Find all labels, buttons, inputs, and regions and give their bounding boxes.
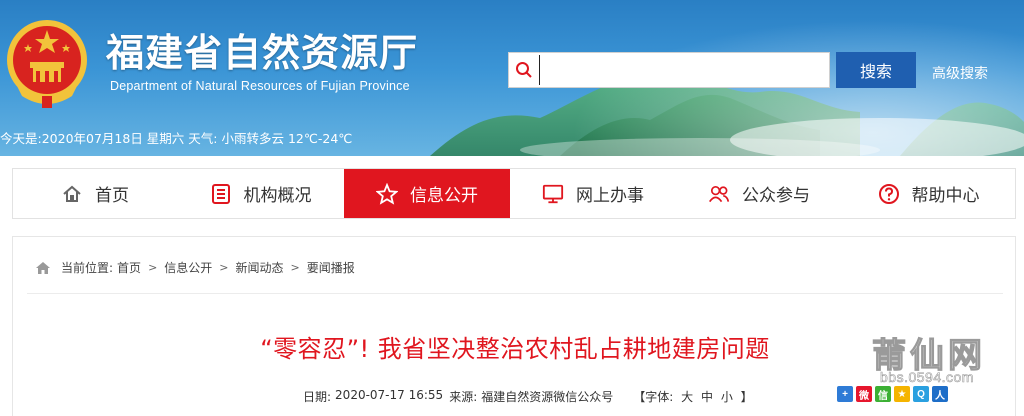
breadcrumb-item[interactable]: 信息公开 bbox=[164, 259, 212, 276]
breadcrumb: 当前位置: 首页 > 信息公开 > 新闻动态 > 要闻播报 bbox=[35, 259, 355, 276]
font-size-small[interactable]: 小 bbox=[721, 390, 733, 404]
share-bar: + 微 信 ★ Q 人 bbox=[837, 386, 948, 402]
home-icon bbox=[61, 183, 83, 205]
monitor-icon bbox=[542, 183, 564, 205]
font-size-close: 】 bbox=[740, 390, 753, 404]
font-size-large[interactable]: 大 bbox=[681, 390, 693, 404]
breadcrumb-prefix: 当前位置: bbox=[61, 261, 114, 275]
help-icon bbox=[878, 183, 900, 205]
font-size-label: 【字体: bbox=[633, 390, 674, 404]
breadcrumb-separator: > bbox=[290, 261, 300, 274]
share-plus-icon[interactable]: + bbox=[837, 386, 853, 402]
qq-icon[interactable]: Q bbox=[913, 386, 929, 402]
users-icon bbox=[708, 183, 730, 205]
breadcrumb-separator: > bbox=[148, 261, 158, 274]
date-label: 日期: bbox=[303, 390, 332, 404]
divider bbox=[27, 293, 1003, 294]
nav-item-info-disclosure[interactable]: 信息公开 bbox=[344, 169, 510, 218]
article-source: 福建自然资源微信公众号 bbox=[481, 390, 614, 404]
nav-item-label: 信息公开 bbox=[410, 186, 478, 206]
breadcrumb-item[interactable]: 新闻动态 bbox=[236, 259, 284, 276]
publish-date: 2020-07-17 16:55 bbox=[335, 388, 444, 402]
search-icon bbox=[509, 52, 539, 88]
renren-icon[interactable]: 人 bbox=[932, 386, 948, 402]
nav-item-label: 机构概况 bbox=[243, 186, 312, 206]
font-size-medium[interactable]: 中 bbox=[701, 390, 713, 404]
nav-item-home[interactable]: 首页 bbox=[13, 169, 177, 218]
nav-item-label: 公众参与 bbox=[742, 186, 810, 206]
nav-item-public-participation[interactable]: 公众参与 bbox=[676, 169, 842, 218]
qzone-icon[interactable]: ★ bbox=[894, 386, 910, 402]
nav-item-label: 帮助中心 bbox=[911, 186, 980, 206]
star-icon bbox=[376, 182, 398, 205]
breadcrumb-home-icon bbox=[36, 261, 50, 274]
nav-item-help-center[interactable]: 帮助中心 bbox=[842, 169, 1015, 218]
search-input[interactable] bbox=[539, 55, 829, 85]
nav-item-label: 首页 bbox=[95, 186, 129, 206]
document-list-icon bbox=[210, 183, 232, 205]
font-size-controls: 【字体: 大 中 小 】 bbox=[631, 388, 754, 405]
site-title: 福建省自然资源厅 bbox=[106, 31, 419, 75]
search-box bbox=[508, 52, 830, 88]
weibo-icon[interactable]: 微 bbox=[856, 386, 872, 402]
nav-item-label: 网上办事 bbox=[576, 186, 644, 206]
article-panel: 当前位置: 首页 > 信息公开 > 新闻动态 > 要闻播报 “零容忍”! 我省坚… bbox=[12, 236, 1016, 416]
nav-item-organization[interactable]: 机构概况 bbox=[177, 169, 344, 218]
national-emblem-icon bbox=[7, 20, 87, 108]
source-label: 来源: bbox=[449, 390, 478, 404]
article-meta: 日期: 2020-07-17 16:55 来源: 福建自然资源微信公众号 【字体… bbox=[303, 388, 755, 405]
breadcrumb-item[interactable]: 首页 bbox=[117, 259, 141, 276]
article-title: “零容忍”! 我省坚决整治农村乱占耕地建房问题 bbox=[260, 335, 770, 363]
site-subtitle: Department of Natural Resources of Fujia… bbox=[110, 79, 410, 93]
nav-item-online-services[interactable]: 网上办事 bbox=[510, 169, 676, 218]
breadcrumb-separator: > bbox=[219, 261, 229, 274]
advanced-search-link[interactable]: 高级搜索 bbox=[932, 63, 988, 83]
weather-info: 今天是:2020年07月18日 星期六 天气: 小雨转多云 12℃-24℃ bbox=[0, 131, 353, 146]
main-nav: 首页 机构概况 信息公开 网上办事 公众参与 帮助中心 bbox=[12, 168, 1016, 219]
wechat-icon[interactable]: 信 bbox=[875, 386, 891, 402]
breadcrumb-item[interactable]: 要闻播报 bbox=[307, 259, 355, 276]
search-button[interactable]: 搜索 bbox=[836, 52, 916, 88]
watermark-url: bbs.0594.com bbox=[880, 369, 974, 386]
